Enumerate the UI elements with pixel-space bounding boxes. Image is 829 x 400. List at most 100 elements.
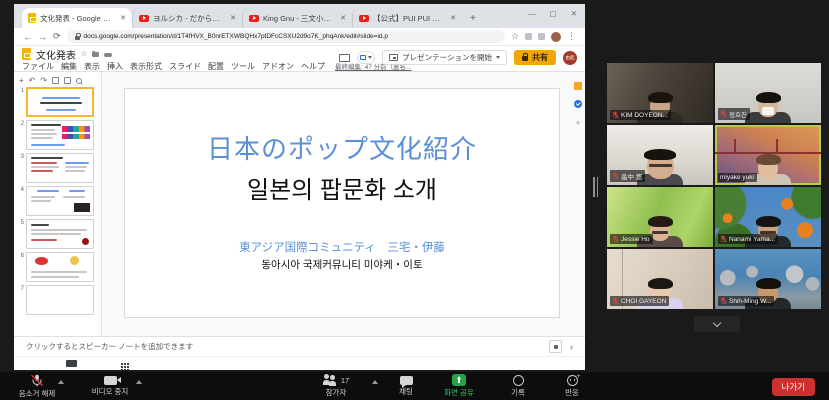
video-tile-miyake-yuki-active-speaker[interactable]: miyake yuki xyxy=(715,125,821,185)
tab-youtube-1[interactable]: ヨルシカ - だから僕は音楽を辞めた ✕ xyxy=(132,8,242,28)
muted-mic-icon xyxy=(30,374,44,387)
tasks-icon[interactable] xyxy=(574,100,582,108)
slide-thumbnail-4[interactable]: 4 xyxy=(16,186,98,216)
menu-slide[interactable]: スライド xyxy=(169,61,201,72)
extension-icon[interactable] xyxy=(538,33,545,40)
close-button[interactable]: ✕ xyxy=(571,9,577,18)
glasses xyxy=(652,231,668,234)
menu-tools[interactable]: ツール xyxy=(231,61,255,72)
menu-edit[interactable]: 編集 xyxy=(61,61,77,72)
tab-youtube-3[interactable]: 【公式】PUI PUI モルカー 第1話 ✕ xyxy=(352,8,462,28)
filmstrip-view-icon[interactable] xyxy=(66,360,77,367)
plus-icon: + xyxy=(577,373,581,380)
menu-addons[interactable]: アドオン xyxy=(262,61,294,72)
leave-meeting-button[interactable]: 나가기 xyxy=(772,378,815,396)
share-screen-button[interactable]: 화면 공유 xyxy=(434,374,484,398)
panel-drag-handle[interactable] xyxy=(593,177,598,197)
tab-slides[interactable]: 文化発表 - Google スライド ✕ xyxy=(22,8,132,28)
chevron-down-icon[interactable] xyxy=(496,56,500,59)
chevron-right-icon[interactable]: › xyxy=(570,342,573,352)
browser-profile-avatar[interactable] xyxy=(551,32,561,42)
start-presentation-button[interactable]: プレゼンテーションを開始 xyxy=(382,50,507,65)
tab-youtube-2[interactable]: King Gnu - 三文小説 - YouTube ✕ xyxy=(242,8,352,28)
move-folder-icon[interactable] xyxy=(92,52,99,57)
slide-title-korean: 일본의 팝문화 소개 xyxy=(125,170,559,205)
reactions-smiley-icon: + xyxy=(567,375,578,386)
chat-button[interactable]: 채팅 xyxy=(388,374,424,397)
tab-close-icon[interactable]: ✕ xyxy=(340,14,346,22)
unmute-button[interactable]: 음소거 해제 xyxy=(8,374,66,399)
reload-icon[interactable]: ⟳ xyxy=(53,31,61,42)
print-icon[interactable] xyxy=(52,77,59,84)
speaker-notes-placeholder[interactable]: クリックするとスピーカー ノートを追加できます xyxy=(26,341,541,352)
notes-options-icon[interactable] xyxy=(549,340,562,353)
extension-icon[interactable] xyxy=(525,33,532,40)
add-addon-icon[interactable]: + xyxy=(575,118,580,128)
keep-icon[interactable] xyxy=(574,82,582,90)
participants-options-caret[interactable] xyxy=(372,380,378,384)
maximize-button[interactable]: ▢ xyxy=(550,9,557,18)
video-tile-nanami-yama[interactable]: Nanami Yama... xyxy=(715,187,821,247)
video-tile-hatakenaka[interactable]: 畠中 悠 xyxy=(607,125,713,185)
browser-menu-icon[interactable]: ⋮ xyxy=(567,31,576,42)
meet-present-icon[interactable] xyxy=(357,51,375,64)
menu-insert[interactable]: 挿入 xyxy=(107,61,123,72)
slide-thumbnail-7[interactable]: 7 xyxy=(16,285,98,315)
stop-video-button[interactable]: 비디오 중지 xyxy=(78,374,142,397)
bookmark-star-icon[interactable]: ☆ xyxy=(511,31,519,42)
share-label: 共有 xyxy=(532,52,548,63)
slide-thumbnail-6[interactable]: 6 xyxy=(16,252,98,282)
zoom-icon[interactable] xyxy=(76,78,82,84)
slide-thumbnail-2[interactable]: 2 xyxy=(16,120,98,150)
video-tile-choi-gayeon[interactable]: CHOI GAYEON xyxy=(607,249,713,309)
tab-title: 文化発表 - Google スライド xyxy=(40,13,116,24)
comments-icon[interactable] xyxy=(339,54,350,62)
record-label: 기록 xyxy=(511,387,525,398)
collapse-video-strip-button[interactable] xyxy=(694,316,740,332)
video-tile-jung-hojin[interactable]: 정호진 xyxy=(715,63,821,123)
back-icon[interactable]: ← xyxy=(23,32,32,42)
slide-thumbnail-3[interactable]: 3 xyxy=(16,153,98,183)
tab-close-icon[interactable]: ✕ xyxy=(450,14,456,22)
video-tile-shih-ming[interactable]: Shih-Ming W... xyxy=(715,249,821,309)
record-button[interactable]: 기록 xyxy=(500,374,536,398)
menu-format[interactable]: 表示形式 xyxy=(130,61,162,72)
participants-count: 17 xyxy=(341,376,349,385)
grid-view-icon[interactable] xyxy=(121,363,123,365)
start-presentation-label: プレゼンテーションを開始 xyxy=(402,52,492,63)
menu-arrange[interactable]: 配置 xyxy=(208,61,224,72)
paint-format-icon[interactable] xyxy=(64,77,71,84)
menu-help[interactable]: ヘルプ xyxy=(301,61,325,72)
tab-close-icon[interactable]: ✕ xyxy=(230,14,236,22)
minimize-button[interactable]: — xyxy=(528,9,536,18)
slide-number: 6 xyxy=(16,252,24,282)
address-bar[interactable]: docs.google.com/presentation/d/1T4fHVX_B… xyxy=(67,30,505,43)
reactions-button[interactable]: + 반응 xyxy=(552,374,592,398)
tab-close-icon[interactable]: ✕ xyxy=(120,14,126,22)
slides-view-bar xyxy=(14,356,585,370)
slide-thumbnail-5[interactable]: 5 xyxy=(16,219,98,249)
menu-file[interactable]: ファイル xyxy=(22,61,54,72)
video-options-caret[interactable] xyxy=(136,380,142,384)
forward-icon[interactable]: → xyxy=(38,32,47,42)
new-tab-button[interactable]: + xyxy=(470,13,476,24)
slide-thumbnail-1[interactable]: 1 xyxy=(16,87,98,117)
audio-options-caret[interactable] xyxy=(58,380,64,384)
face-mask xyxy=(762,107,774,115)
google-side-panel-rail: + xyxy=(574,82,582,128)
share-button[interactable]: 共有 xyxy=(514,50,556,65)
menu-view[interactable]: 表示 xyxy=(84,61,100,72)
participants-button[interactable]: 17 참가자 xyxy=(308,374,364,398)
new-slide-icon[interactable]: + xyxy=(19,76,24,85)
video-tile-jessie-ho[interactable]: Jessie Ho xyxy=(607,187,713,247)
undo-icon[interactable]: ↶ xyxy=(29,76,36,85)
redo-icon[interactable]: ↷ xyxy=(40,76,47,85)
document-title[interactable]: 文化発表 xyxy=(36,47,76,62)
star-document-icon[interactable]: ☆ xyxy=(81,50,87,58)
current-slide[interactable]: 日本のポップ文化紹介 일본의 팝문화 소개 東アジア国際コミュニティ 三宅・伊藤… xyxy=(124,88,560,318)
video-tile-kim-doyeon[interactable]: KIM DOYEON... xyxy=(607,63,713,123)
slides-app-icon[interactable] xyxy=(22,48,31,60)
speaker-notes-bar[interactable]: クリックするとスピーカー ノートを追加できます › xyxy=(14,336,585,356)
muted-mic-icon xyxy=(612,297,619,305)
account-avatar[interactable]: 由起 xyxy=(563,51,577,65)
